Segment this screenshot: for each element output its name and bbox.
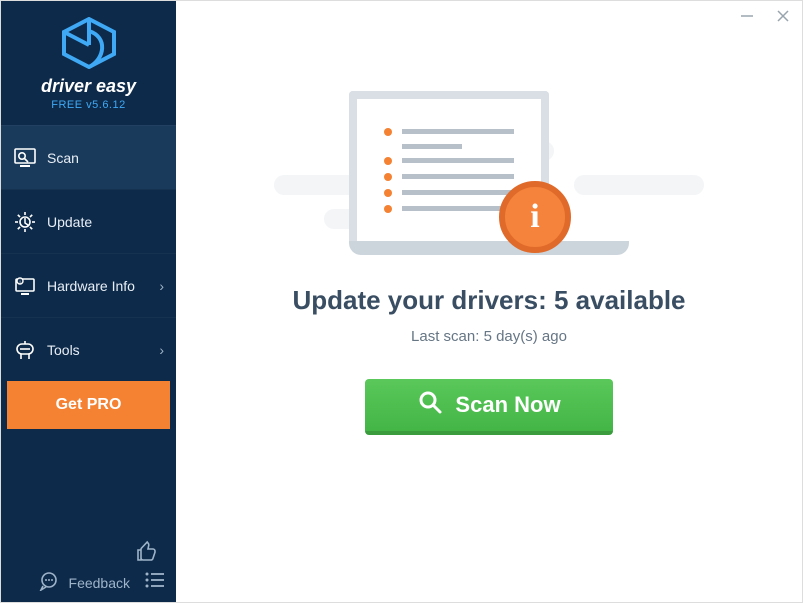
hardware-info-icon: i bbox=[13, 274, 37, 298]
get-pro-label: Get PRO bbox=[56, 396, 122, 414]
info-badge-icon: i bbox=[499, 181, 571, 253]
sidebar: driver easy FREE v5.6.12 Scan Update i H… bbox=[1, 1, 176, 602]
sidebar-item-update[interactable]: Update bbox=[1, 189, 176, 253]
main-headline: Update your drivers: 5 available bbox=[292, 285, 685, 316]
sidebar-item-label: Update bbox=[47, 214, 92, 230]
update-gear-icon bbox=[13, 210, 37, 234]
sidebar-item-label: Scan bbox=[47, 150, 79, 166]
sidebar-item-label: Tools bbox=[47, 342, 80, 358]
main-panel: i Update your drivers: 5 available Last … bbox=[176, 1, 802, 602]
feedback-label: Feedback bbox=[69, 575, 130, 591]
sidebar-item-scan[interactable]: Scan bbox=[1, 125, 176, 189]
window-controls bbox=[734, 5, 796, 27]
scan-monitor-icon bbox=[13, 146, 37, 170]
search-icon bbox=[417, 389, 443, 421]
sidebar-item-hardware-info[interactable]: i Hardware Info › bbox=[1, 253, 176, 317]
last-scan-text: Last scan: 5 day(s) ago bbox=[411, 328, 567, 345]
info-badge-letter: i bbox=[530, 198, 539, 236]
get-pro-button[interactable]: Get PRO bbox=[7, 381, 170, 429]
minimize-button[interactable] bbox=[734, 5, 760, 27]
tools-icon bbox=[13, 338, 37, 362]
sidebar-item-label: Hardware Info bbox=[47, 278, 135, 294]
scan-now-button[interactable]: Scan Now bbox=[365, 379, 613, 435]
app-name: driver easy bbox=[1, 76, 176, 97]
chevron-right-icon: › bbox=[159, 342, 164, 358]
sidebar-nav: Scan Update i Hardware Info › Tools › Ge… bbox=[1, 125, 176, 435]
svg-text:i: i bbox=[19, 279, 20, 285]
app-logo-area: driver easy FREE v5.6.12 bbox=[1, 1, 176, 119]
thumbs-up-icon[interactable] bbox=[134, 540, 158, 569]
scan-now-label: Scan Now bbox=[455, 392, 560, 418]
sidebar-footer: Feedback bbox=[1, 528, 176, 602]
app-version: FREE v5.6.12 bbox=[1, 99, 176, 111]
chevron-right-icon: › bbox=[159, 278, 164, 294]
feedback-button[interactable]: Feedback bbox=[39, 571, 130, 594]
feedback-icon bbox=[39, 571, 59, 594]
close-button[interactable] bbox=[770, 5, 796, 27]
laptop-illustration: i bbox=[349, 91, 629, 255]
app-logo-icon bbox=[60, 17, 118, 74]
sidebar-item-tools[interactable]: Tools › bbox=[1, 317, 176, 381]
list-icon[interactable] bbox=[144, 571, 166, 594]
